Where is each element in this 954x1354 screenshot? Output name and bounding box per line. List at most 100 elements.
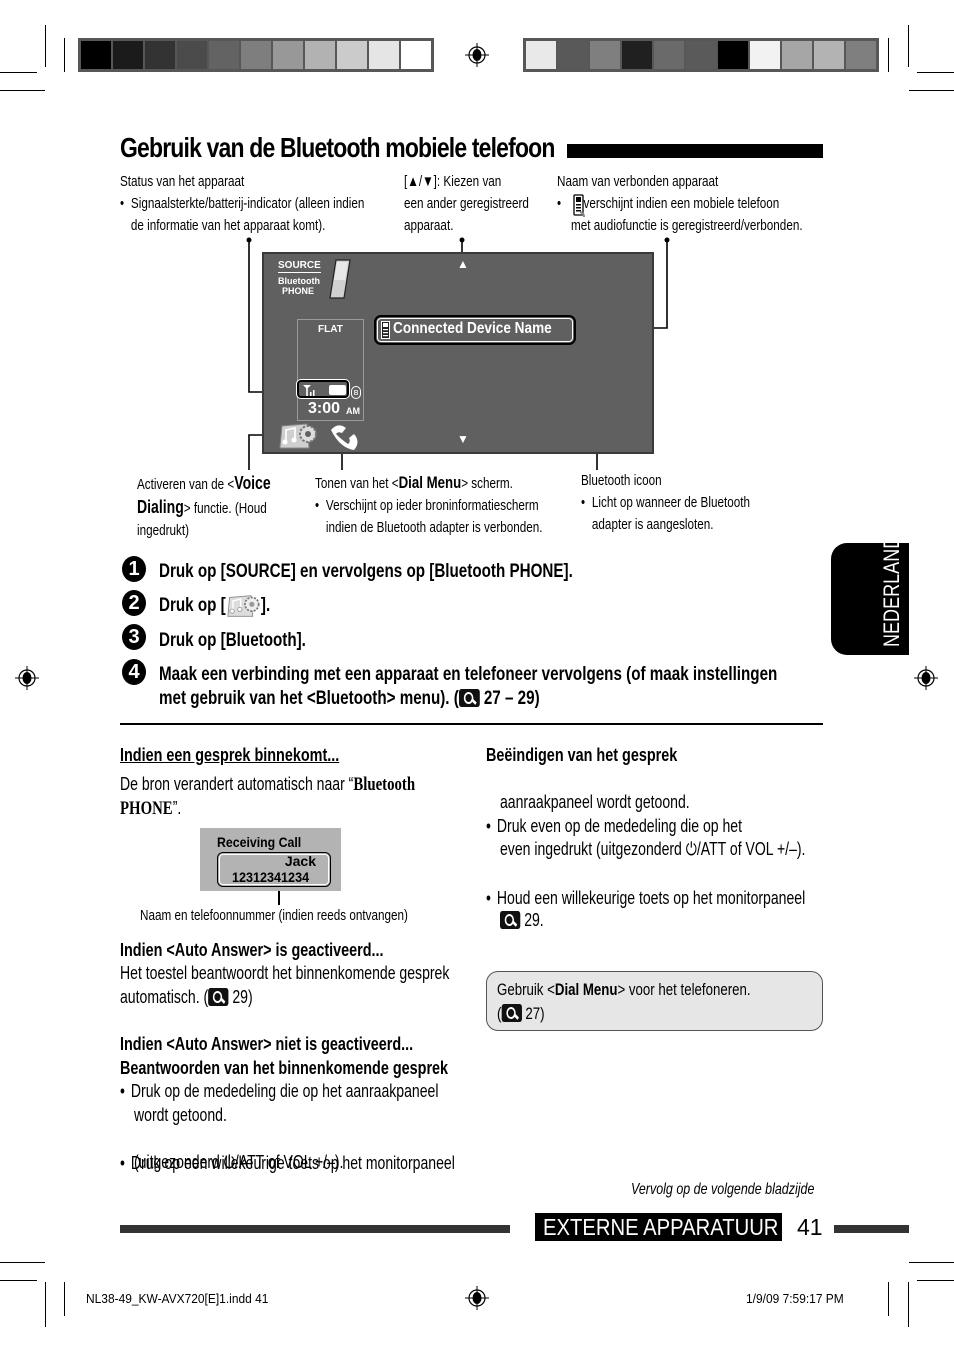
page-reference: 27 – 29) [483,688,540,709]
callout-line: Tonen van het <Dial Menu> scherm. [315,472,543,495]
auto-answer-off-heading: Indien <Auto Answer> niet is geactiveerd… [120,1034,414,1054]
callout-bullet-cont: adapter is aangesloten. [591,516,714,533]
mobile-phone-icon [381,321,390,339]
section-divider [120,723,823,725]
eq-label: FLAT [318,324,343,335]
step-text: Druk op [SOURCE] en vervolgens op [Bluet… [159,561,573,582]
incoming-call-text-cont: PHONE”. [120,796,181,821]
caller-name: Jack [284,853,316,869]
signal-battery-indicator [296,379,350,399]
registration-mark-icon [914,666,938,690]
callout-bold: Dialing [137,497,184,517]
page-reference: 29. [524,910,544,930]
clock-ampm: AM [346,406,360,416]
note-text: Gebruik <Dial Menu> voor het telefoneren… [497,978,751,1002]
note-text-part: Gebruik < [497,980,555,999]
incoming-call-heading: Indien een gesprek binnekomt... [120,745,340,765]
reference-magnifier-icon [500,911,521,929]
registration-mark-icon [465,1286,489,1310]
callout-heading: Bluetooth icoon [581,472,662,489]
language-tab-label: NEDERLANDS [879,523,904,647]
source-label[interactable]: SOURCE [278,260,321,273]
up-arrow-button[interactable]: ▲ [457,257,469,271]
crop-mark [0,1280,37,1281]
note-bold: Dial Menu [554,980,618,999]
step-number: 4 [122,659,146,685]
source-name-line-1: Bluetooth [278,276,320,286]
body-bold: PHONE [120,798,173,819]
end-call-bullet-cont: even ingedrukt (uitgezonderd ⏻/ATT of VO… [500,839,806,859]
crop-mark [0,1262,45,1263]
callout-bold: Dial Menu [398,473,462,492]
reference-magnifier-icon [458,689,480,707]
crop-mark [64,1282,65,1316]
clock-time: 3:00 [308,400,341,417]
end-call-heading: Beëindigen van het gesprek [486,745,678,765]
registration-mark-icon [15,666,39,690]
down-arrow-button[interactable]: ▼ [457,432,469,446]
continued-note: Vervolg op de volgende bladzijde [631,1181,815,1198]
incoming-call-text: De bron verandert automatisch naar “Blue… [120,772,415,797]
crop-mark [909,1262,954,1263]
note-text-part: > voor het telefoneren. [617,980,751,999]
print-file-info: NL38-49_KW-AVX720[E]1.indd 41 [86,1291,269,1306]
monitor-screen: SOURCE Bluetooth PHONE ▲ ▼ FLAT 3:00 AM … [262,252,654,454]
answer-call-heading: Beantwoorden van het binnenkomende gespr… [120,1058,449,1078]
receiving-call-display: Receiving Call Jack 12312341234 [200,828,341,891]
crop-mark [917,1280,954,1281]
dial-menu-note: Gebruik <Dial Menu> voor het telefoneren… [486,971,823,1031]
callout-bullet: Verschijnt op ieder broninformatiescherm [315,495,543,517]
footer-rule-left [120,1225,510,1233]
callout-bullet: Licht op wanneer de Bluetooth [581,492,750,514]
crop-mark [45,1282,46,1327]
answer-bullet-cont: (uitgezonderd ⏻/ATT of VOL +/–). [134,1152,344,1172]
callout-bluetooth-icon: Bluetooth icoon Licht op wanneer de Blue… [581,470,750,536]
callout-text: > scherm. [461,475,513,492]
callout-text: Activeren van de < [137,476,235,493]
callout-voice-dialing: Activeren van de <Voice Dialing> functie… [137,472,271,542]
step-number: 3 [122,624,146,650]
step-text: Maak een verbinding met een apparaat en … [159,664,778,685]
body-text: automatisch. ( 29) [120,985,253,1009]
section-label-text: EXTERNE APPARATUUR [543,1214,779,1240]
language-tab: NEDERLANDS [831,524,909,655]
crop-mark [908,1282,909,1327]
source-phone-graphic-icon [329,259,351,299]
callout-line: ingedrukt) [137,522,190,539]
mic-volume-ref: 29. [500,908,544,932]
call-display-caption: Naam en telefoonnummer (indien reeds ont… [140,907,408,924]
caller-number: 12312341234 [232,869,310,885]
end-call-bullet: Houd een willekeurige toets op het monit… [486,886,954,910]
page-number: 41 [797,1214,823,1240]
callout-text: Tonen van het < [315,475,399,492]
answer-bullet-cont: wordt getoond. [134,1105,227,1125]
step-text: met gebruik van het <Bluetooth> menu). (… [159,687,540,711]
body-bold: Bluetooth [353,774,416,795]
end-call-bullet: Druk even op de mededeling die op het [486,814,954,838]
page-reference: 29) [232,987,253,1007]
bluetooth-icon: ʙ [351,386,361,399]
callout-line: Dialing> functie. (Houd [137,496,271,520]
callout-bold: Voice [234,473,271,493]
phone-handset-icon[interactable] [328,422,360,452]
receiving-call-title: Receiving Call [217,834,302,850]
connected-device-name: Connected Device Name [393,320,552,337]
callout-dial-menu: Tonen van het <Dial Menu> scherm. Versch… [315,472,543,539]
note-ref: ( 27) [497,1004,545,1023]
info-panel: FLAT 3:00 AM [296,319,364,421]
footer-rule-right [834,1225,909,1233]
crop-mark [888,1282,889,1316]
step-text: Druk op [Bluetooth]. [159,630,306,651]
caption-leader-line [278,891,280,905]
connected-device-button[interactable]: Connected Device Name [374,315,576,345]
reference-magnifier-icon [501,1004,522,1022]
answer-bullet: Druk op de mededeling die op het aanraak… [120,1079,864,1103]
page-reference: 27) [525,1004,545,1023]
caller-info-box[interactable]: Jack 12312341234 [217,852,331,887]
body-text: De bron verandert automatisch naar “ [120,774,354,794]
step-number: 2 [122,590,146,616]
print-date-info: 1/9/09 7:59:17 PM [746,1291,844,1306]
auto-answer-on-heading: Indien <Auto Answer> is geactiveerd... [120,940,384,960]
settings-menu-icon[interactable] [279,422,321,450]
step-text-part: met gebruik van het <Bluetooth> menu). ( [159,688,459,709]
